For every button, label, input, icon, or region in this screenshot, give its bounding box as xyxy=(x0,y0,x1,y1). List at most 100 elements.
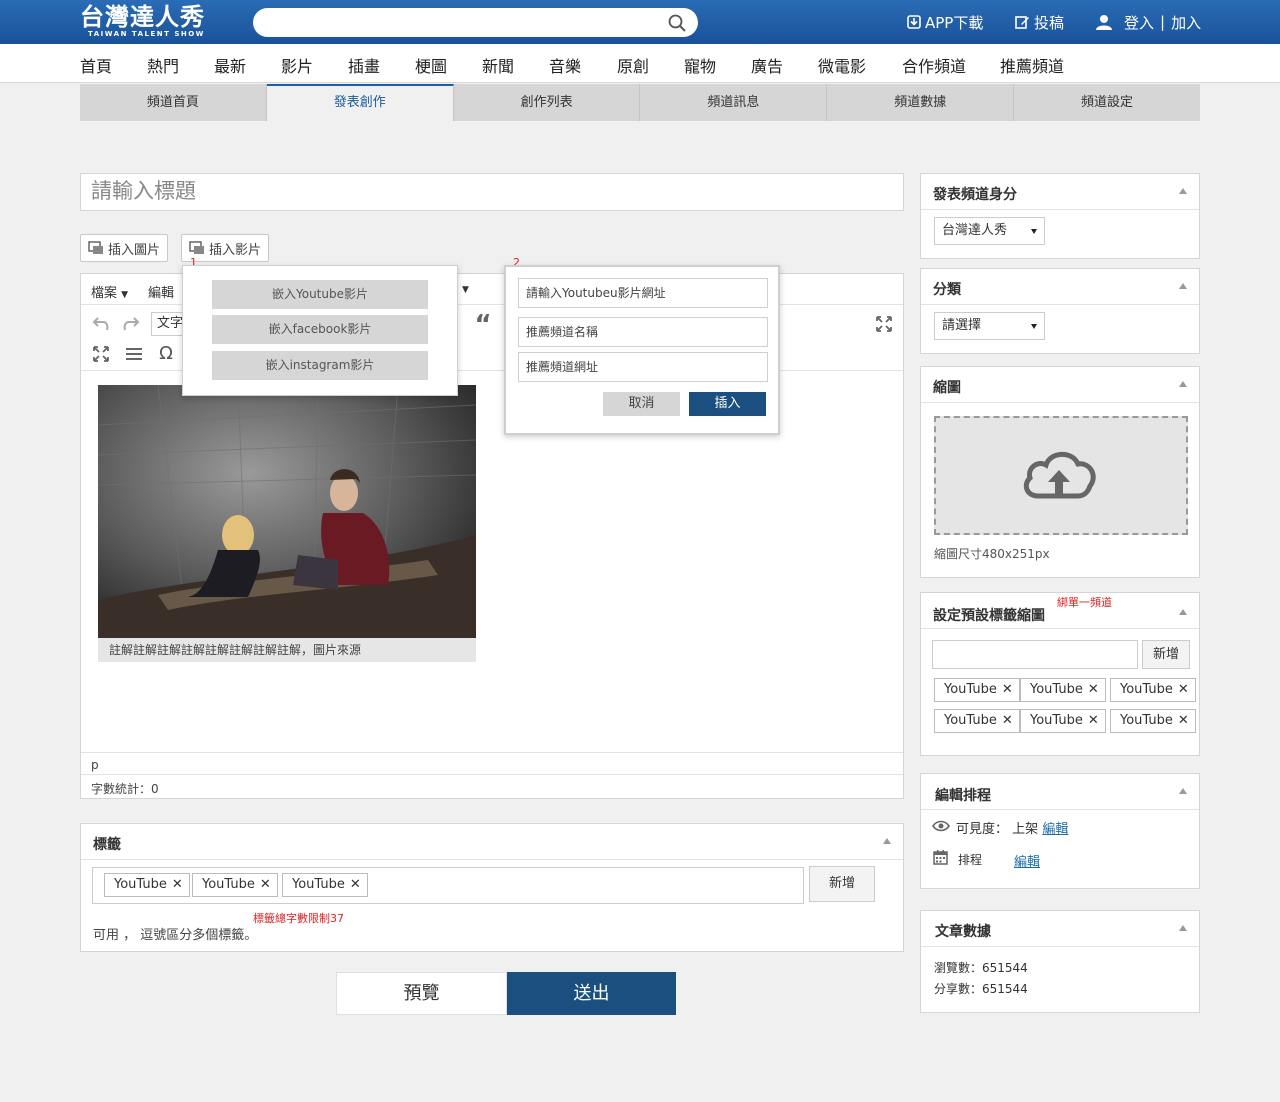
horizontal-rule-icon[interactable] xyxy=(122,342,146,366)
insert-image-button[interactable]: 插入圖片 xyxy=(80,234,169,262)
search-bar[interactable] xyxy=(253,8,698,37)
channel-name-input[interactable] xyxy=(518,317,768,347)
nav-item-video[interactable]: 影片 xyxy=(281,53,313,77)
remove-tag-icon[interactable]: ✕ xyxy=(350,877,361,892)
embed-youtube-button[interactable]: 嵌入Youtube影片 xyxy=(212,280,428,309)
logo-subtitle: TAIWAN TALENT SHOW xyxy=(88,30,205,38)
tag-chip: YouTube ✕ xyxy=(104,873,190,897)
app-download-label: APP下載 xyxy=(925,13,984,32)
preview-button[interactable]: 預覽 xyxy=(336,972,507,1015)
schedule-label: 排程 xyxy=(958,853,983,867)
tab-channel-settings[interactable]: 頻道設定 xyxy=(1014,84,1200,121)
caret-down-icon xyxy=(1031,324,1037,329)
collapse-arrow-icon[interactable] xyxy=(1179,925,1187,931)
login-link[interactable]: 登入 xyxy=(1124,12,1154,33)
nav-item-illustration[interactable]: 插畫 xyxy=(348,53,380,77)
category-panel: 分類 請選擇 xyxy=(920,268,1200,354)
menu-file-label: 檔案 xyxy=(91,286,118,301)
nav-item-original[interactable]: 原創 xyxy=(617,53,649,77)
remove-tag-icon[interactable]: ✕ xyxy=(1088,713,1099,728)
collapse-arrow-icon[interactable] xyxy=(1179,788,1187,794)
submit-post-label: 投稿 xyxy=(1034,13,1065,32)
nav-item-home[interactable]: 首頁 xyxy=(80,53,112,77)
tab-channel-home[interactable]: 頻道首頁 xyxy=(80,84,267,121)
nav-item-news[interactable]: 新聞 xyxy=(482,53,514,77)
eye-icon xyxy=(932,820,950,832)
remove-tag-icon[interactable]: ✕ xyxy=(1178,713,1189,728)
tag-input-box[interactable]: YouTube ✕ YouTube ✕ YouTube ✕ xyxy=(92,867,804,904)
separator: | xyxy=(1160,13,1166,31)
view-count: 瀏覽數：651544 xyxy=(934,961,1028,975)
category-dropdown[interactable]: 請選擇 xyxy=(934,312,1045,340)
nav-item-ads[interactable]: 廣告 xyxy=(751,53,783,77)
app-download-link[interactable]: APP下載 xyxy=(907,0,983,44)
special-character-icon[interactable]: Ω xyxy=(154,341,178,365)
insert-image-label: 插入圖片 xyxy=(108,242,161,258)
cancel-button[interactable]: 取消 xyxy=(603,392,680,416)
tag-chip: YouTube ✕ xyxy=(934,709,1020,733)
title-input[interactable] xyxy=(91,174,891,210)
single-channel-note: 綁單一頻道 xyxy=(1057,596,1112,609)
add-tag-button[interactable]: 新增 xyxy=(809,866,875,902)
nav-item-latest[interactable]: 最新 xyxy=(214,53,246,77)
remove-tag-icon[interactable]: ✕ xyxy=(1178,682,1189,697)
remove-tag-icon[interactable]: ✕ xyxy=(1002,713,1013,728)
embed-facebook-button[interactable]: 嵌入facebook影片 xyxy=(212,315,428,344)
redo-icon[interactable] xyxy=(119,312,143,336)
menu-edit[interactable]: 編輯 xyxy=(148,282,174,301)
search-input[interactable] xyxy=(267,8,667,37)
insert-button[interactable]: 插入 xyxy=(689,392,766,416)
image-icon xyxy=(88,241,103,254)
undo-icon[interactable] xyxy=(89,312,113,336)
embed-instagram-button[interactable]: 嵌入instagram影片 xyxy=(212,351,428,380)
collapse-arrow-icon[interactable] xyxy=(1179,609,1187,615)
submit-button[interactable]: 送出 xyxy=(507,972,676,1015)
tab-works-list[interactable]: 創作列表 xyxy=(453,84,641,121)
youtube-embed-popup: 取消 插入 xyxy=(504,265,780,435)
nav-item-partner-channels[interactable]: 合作頻道 xyxy=(902,53,966,77)
channel-url-input[interactable] xyxy=(518,352,768,382)
fullscreen-icon[interactable] xyxy=(872,312,896,336)
remove-tag-icon[interactable]: ✕ xyxy=(1088,682,1099,697)
nav-item-music[interactable]: 音樂 xyxy=(549,53,581,77)
collapse-arrow-icon[interactable] xyxy=(1179,188,1187,194)
youtube-url-input[interactable] xyxy=(518,278,768,308)
remove-tag-icon[interactable]: ✕ xyxy=(260,877,271,892)
default-tag-thumb-panel: 設定預設標籤縮圖 綁單一頻道 新增 YouTube ✕ YouTube ✕ YouT… xyxy=(920,592,1200,756)
submit-post-link[interactable]: 投稿 xyxy=(1015,0,1064,44)
blockquote-icon[interactable]: “ xyxy=(471,310,495,340)
tab-channel-stats[interactable]: 頻道數據 xyxy=(827,84,1015,121)
tag-chip: YouTube ✕ xyxy=(192,873,278,897)
thumbnail-upload-area[interactable] xyxy=(934,416,1188,535)
nav-item-microfilm[interactable]: 微電影 xyxy=(818,53,866,77)
site-logo[interactable]: 台灣達人秀 TAIWAN TALENT SHOW xyxy=(80,4,205,39)
caret-down-icon[interactable]: ▼ xyxy=(462,285,469,295)
join-link[interactable]: 加入 xyxy=(1171,12,1201,33)
edit-visibility-link[interactable]: 編輯 xyxy=(1042,822,1068,837)
nav-item-meme[interactable]: 梗圖 xyxy=(415,53,447,77)
visibility-label: 可見度： 上架 編輯 xyxy=(956,818,1068,837)
collapse-arrow-icon[interactable] xyxy=(883,838,891,844)
add-default-tag-button[interactable]: 新增 xyxy=(1142,640,1190,669)
search-icon[interactable] xyxy=(668,14,686,32)
tags-panel: 標籤 YouTube ✕ YouTube ✕ YouTube ✕ 新增 標籤總字數限制… xyxy=(80,823,904,952)
collapse-arrow-icon[interactable] xyxy=(1179,283,1187,289)
tag-hint: 可用 ， 逗號區分多個標籤。 xyxy=(93,928,258,943)
nav-item-hot[interactable]: 熱門 xyxy=(147,53,179,77)
element-path: p xyxy=(81,752,903,774)
identity-dropdown[interactable]: 台灣達人秀 xyxy=(934,217,1045,245)
remove-tag-icon[interactable]: ✕ xyxy=(172,877,183,892)
menu-file[interactable]: 檔案 ▼ xyxy=(91,282,128,301)
nav-item-pets[interactable]: 寵物 xyxy=(684,53,716,77)
resize-icon[interactable] xyxy=(89,342,113,366)
tag-limit-note: 標籤總字數限制37 xyxy=(253,912,344,925)
tab-publish[interactable]: 發表創作 xyxy=(266,84,454,121)
nav-item-recommended-channels[interactable]: 推薦頻道 xyxy=(1000,53,1064,77)
remove-tag-icon[interactable]: ✕ xyxy=(1002,682,1013,697)
top-bar: 台灣達人秀 TAIWAN TALENT SHOW APP下載 投稿 登入 | 加… xyxy=(0,0,1280,44)
tag-chip: YouTube ✕ xyxy=(282,873,368,897)
collapse-arrow-icon[interactable] xyxy=(1179,381,1187,387)
default-tag-input[interactable] xyxy=(932,640,1138,669)
edit-schedule-link[interactable]: 編輯 xyxy=(1014,851,1040,870)
tab-channel-messages[interactable]: 頻道訊息 xyxy=(640,84,828,121)
